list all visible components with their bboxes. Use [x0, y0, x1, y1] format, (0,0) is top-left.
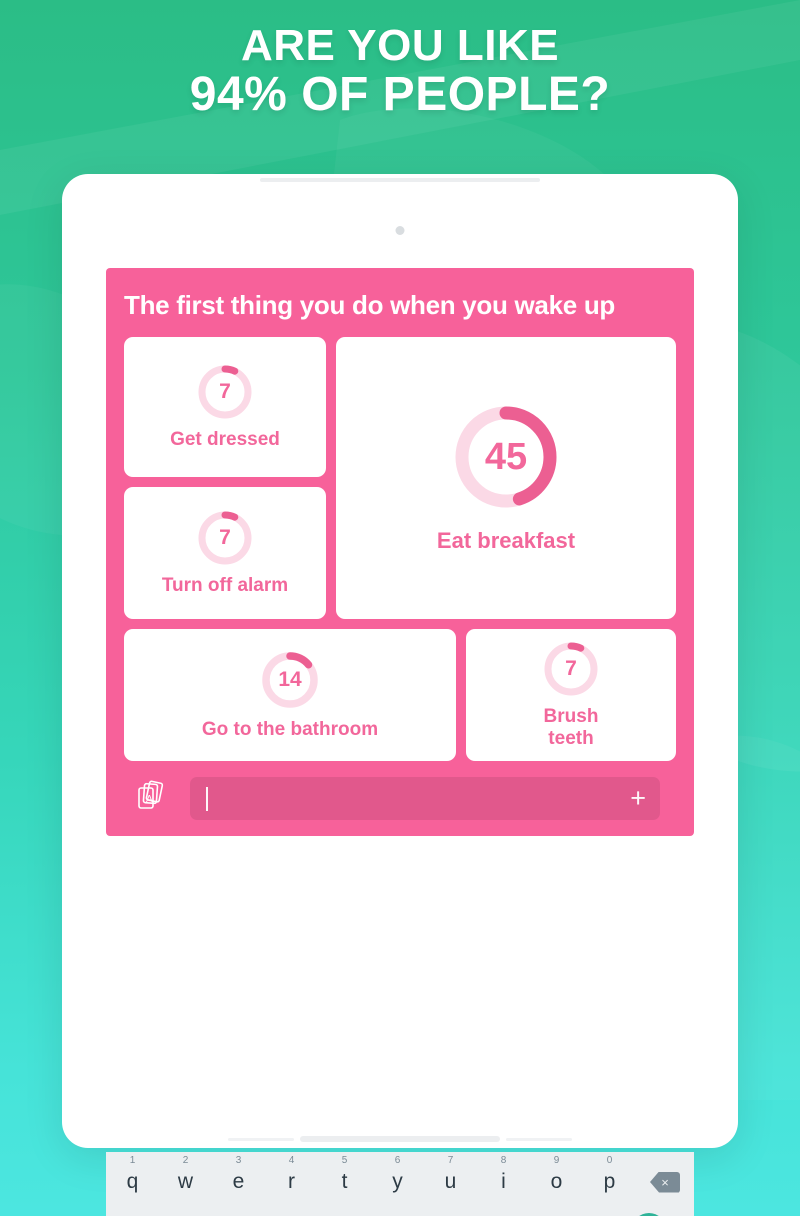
- key-s[interactable]: s: [177, 1204, 232, 1216]
- answer-label-brush-teeth: Brush teeth: [543, 706, 599, 749]
- key-k[interactable]: k: [509, 1204, 564, 1216]
- key-backspace[interactable]: ×: [636, 1152, 694, 1204]
- key-g[interactable]: g: [343, 1204, 398, 1216]
- key-label-i: i: [501, 1170, 506, 1193]
- keyboard-row-1: 1 q 2 w 3 e 4 r 5 t 6 y 7 u 8 i 9 o 0 p …: [106, 1152, 694, 1204]
- key-f[interactable]: f: [288, 1204, 343, 1216]
- on-screen-keyboard: 1 q 2 w 3 e 4 r 5 t 6 y 7 u 8 i 9 o 0 p …: [106, 1152, 694, 1216]
- key-label-r: r: [288, 1170, 295, 1193]
- tablet-device-frame: The first thing you do when you wake up …: [62, 174, 738, 1216]
- app-screen: The first thing you do when you wake up …: [106, 268, 694, 1216]
- key-hint-p: 0: [606, 1155, 613, 1166]
- promo-headline: ARE YOU LIKE 94% OF PEOPLE?: [0, 21, 800, 121]
- key-y[interactable]: 6 y: [371, 1152, 424, 1204]
- add-answer-button[interactable]: +: [630, 785, 646, 812]
- key-j[interactable]: j: [454, 1204, 509, 1216]
- key-hint-u: 7: [447, 1155, 454, 1166]
- donut-value-go-to-the-bathroom: 14: [278, 668, 302, 692]
- donut-value-get-dressed: 7: [219, 380, 231, 404]
- donut-value-turn-off-alarm: 7: [219, 526, 231, 550]
- svg-text:A: A: [146, 794, 153, 805]
- key-t[interactable]: 5 t: [318, 1152, 371, 1204]
- key-label-w: w: [177, 1170, 194, 1193]
- donut-chart-brush-teeth: 7: [542, 640, 600, 698]
- key-hint-r: 4: [288, 1155, 295, 1166]
- donut-value-brush-teeth: 7: [565, 657, 577, 681]
- answer-tile-get-dressed[interactable]: 7 Get dressed: [124, 337, 326, 477]
- key-w[interactable]: 2 w: [159, 1152, 212, 1204]
- answer-label-turn-off-alarm: Turn off alarm: [161, 575, 289, 597]
- answer-text-input[interactable]: +: [190, 777, 660, 820]
- key-d[interactable]: d: [233, 1204, 288, 1216]
- key-hint-t: 5: [341, 1155, 348, 1166]
- cards-icon[interactable]: A: [136, 780, 176, 818]
- donut-chart-go-to-the-bathroom: 14: [259, 649, 321, 711]
- key-hint-w: 2: [182, 1155, 189, 1166]
- key-enter[interactable]: [620, 1204, 678, 1216]
- question-title: The first thing you do when you wake up: [124, 290, 615, 320]
- answer-grid: 7 Get dressed 45 Eat breakfast 7 Turn of…: [124, 337, 676, 763]
- headline-line-2: 94% OF PEOPLE?: [189, 67, 611, 121]
- key-hint-o: 9: [553, 1155, 560, 1166]
- backspace-icon: ×: [650, 1171, 680, 1193]
- answer-tile-eat-breakfast[interactable]: 45 Eat breakfast: [336, 337, 676, 619]
- device-camera-icon: [395, 226, 405, 235]
- key-r[interactable]: 4 r: [265, 1152, 318, 1204]
- key-p[interactable]: 0 p: [583, 1152, 636, 1204]
- answer-label-go-to-the-bathroom: Go to the bathroom: [201, 719, 379, 741]
- key-label-t: t: [341, 1170, 348, 1193]
- device-speaker-bottom: [228, 1136, 572, 1142]
- donut-value-eat-breakfast: 45: [484, 435, 528, 478]
- key-h[interactable]: h: [399, 1204, 454, 1216]
- backspace-glyph: ×: [661, 1174, 669, 1190]
- donut-chart-turn-off-alarm: 7: [196, 509, 254, 567]
- key-hint-q: 1: [129, 1155, 136, 1166]
- headline-line-1: ARE YOU LIKE: [240, 21, 560, 70]
- device-speaker-top: [260, 178, 540, 182]
- key-q[interactable]: 1 q: [106, 1152, 159, 1204]
- answer-label-eat-breakfast: Eat breakfast: [436, 528, 576, 554]
- key-e[interactable]: 3 e: [212, 1152, 265, 1204]
- key-i[interactable]: 8 i: [477, 1152, 530, 1204]
- answer-tile-turn-off-alarm[interactable]: 7 Turn off alarm: [124, 487, 326, 619]
- donut-chart-get-dressed: 7: [196, 363, 254, 421]
- keyboard-row-2: a s d f g h j k l: [106, 1204, 694, 1216]
- answer-tile-brush-teeth[interactable]: 7 Brush teeth: [466, 629, 676, 761]
- key-o[interactable]: 9 o: [530, 1152, 583, 1204]
- answer-grid-bottom-row: 14 Go to the bathroom 7 Brush teeth: [124, 629, 676, 761]
- answer-input-bar: A +: [124, 763, 676, 836]
- key-label-o: o: [550, 1170, 563, 1193]
- key-a[interactable]: a: [122, 1204, 177, 1216]
- answer-label-get-dressed: Get dressed: [170, 429, 280, 451]
- key-label-u: u: [444, 1170, 457, 1193]
- key-label-p: p: [603, 1170, 616, 1193]
- key-u[interactable]: 7 u: [424, 1152, 477, 1204]
- key-l[interactable]: l: [565, 1204, 620, 1216]
- donut-chart-eat-breakfast: 45: [451, 402, 561, 512]
- key-label-e: e: [232, 1170, 245, 1193]
- key-label-y: y: [392, 1170, 403, 1193]
- question-panel: The first thing you do when you wake up …: [106, 268, 694, 836]
- key-label-q: q: [126, 1170, 139, 1193]
- text-cursor: [206, 786, 208, 811]
- key-hint-e: 3: [235, 1155, 242, 1166]
- answer-tile-go-to-the-bathroom[interactable]: 14 Go to the bathroom: [124, 629, 456, 761]
- key-hint-i: 8: [500, 1155, 507, 1166]
- key-hint-y: 6: [394, 1155, 401, 1166]
